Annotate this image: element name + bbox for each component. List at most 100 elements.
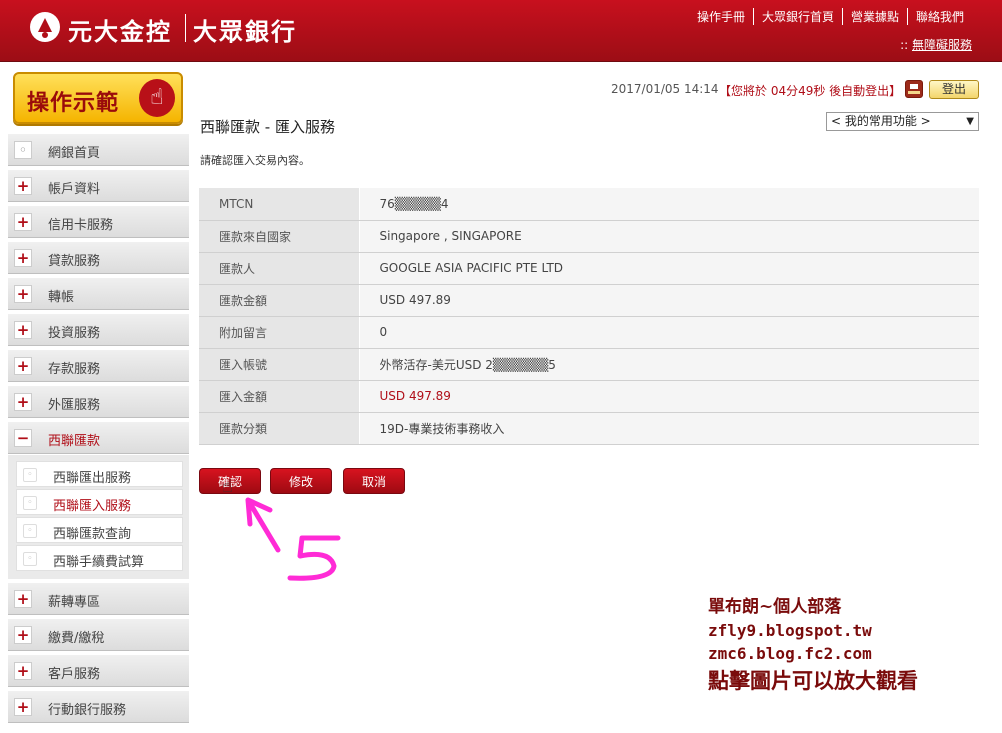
accessible-prefix: :: <box>900 38 909 52</box>
sidebar-subitem-label: 西聯手續費試算 <box>53 555 145 570</box>
sidebar-item-mobile-banking[interactable]: + 行動銀行服務 <box>8 691 189 723</box>
sidebar-item-label: 客戶服務 <box>48 667 101 682</box>
header-bar: 元大金控 大眾銀行 操作手冊 大眾銀行首頁 營業據點 聯絡我們 :: 無障礙服務 <box>0 0 1002 62</box>
sidebar-item-label: 信用卡服務 <box>48 218 114 233</box>
table-row: 匯入帳號 外幣活存-美元USD 2▒▒▒▒▒▒5 <box>199 348 979 381</box>
row-value: 76▒▒▒▒▒4 <box>359 188 979 221</box>
plus-icon: + <box>14 321 32 339</box>
sidebar-item-credit-card[interactable]: + 信用卡服務 <box>8 206 189 238</box>
page-title: 西聯匯款 - 匯入服務 <box>200 118 335 136</box>
sidebar-subitem-inward[interactable]: ◦ 西聯匯入服務 <box>16 489 183 515</box>
sidebar-item-deposit[interactable]: + 存款服務 <box>8 350 189 382</box>
sidebar-item-forex[interactable]: + 外匯服務 <box>8 386 189 418</box>
blog-url-2: zmc6.blog.fc2.com <box>708 644 872 663</box>
sidebar-item-label: 存款服務 <box>48 362 101 377</box>
dot-icon: ◦ <box>23 552 37 566</box>
sidebar-item-bill-pay[interactable]: + 繳費/繳稅 <box>8 619 189 651</box>
favorites-select[interactable]: < 我的常用功能 > ▼ <box>826 112 979 131</box>
plus-icon: + <box>14 626 32 644</box>
sidebar-item-label: 投資服務 <box>48 326 101 341</box>
table-row: 匯款來自國家 Singapore , SINGAPORE <box>199 220 979 253</box>
demo-label: 操作示範 <box>27 90 120 116</box>
dot-icon: ◦ <box>23 524 37 538</box>
sidebar-item-payroll[interactable]: + 薪轉專區 <box>8 583 189 615</box>
confirm-message: 請確認匯入交易內容。 <box>200 154 310 167</box>
auto-logout-timer: 【您將於 04分49秒 後自動登出】 <box>719 84 902 98</box>
row-label: 附加留言 <box>199 316 360 349</box>
current-datetime: 2017/01/05 14:14 <box>611 82 719 96</box>
row-value: USD 497.89 <box>359 380 979 413</box>
blog-url-1: zfly9.blogspot.tw <box>708 621 872 640</box>
sidebar-subitem-inquiry[interactable]: ◦ 西聯匯款查詢 <box>16 517 183 543</box>
sidebar-item-label: 貸款服務 <box>48 254 101 269</box>
sidebar-item-label: 西聯匯款 <box>48 434 101 449</box>
western-union-submenu: ◦ 西聯匯出服務 ◦ 西聯匯入服務 ◦ 西聯匯款查詢 ◦ 西聯手續費試算 <box>8 455 189 579</box>
row-label: MTCN <box>199 188 360 221</box>
row-value: 0 <box>359 316 979 349</box>
link-bank-home[interactable]: 大眾銀行首頁 <box>752 8 842 25</box>
sidebar-item-label: 行動銀行服務 <box>48 703 127 718</box>
sidebar-item-account[interactable]: + 帳戶資料 <box>8 170 189 202</box>
sidebar-item-label: 帳戶資料 <box>48 182 101 197</box>
sidebar-item-home[interactable]: ◦ 網銀首頁 <box>8 134 189 166</box>
row-value: Singapore , SINGAPORE <box>359 220 979 253</box>
brand-name: 元大金控 <box>68 17 172 46</box>
pointer-hand-icon: ☝ <box>139 79 175 117</box>
row-label: 匯款來自國家 <box>199 220 360 253</box>
favorites-selected: < 我的常用功能 > <box>831 114 931 128</box>
blog-note: 點擊圖片可以放大觀看 <box>708 668 918 693</box>
table-row: MTCN 76▒▒▒▒▒4 <box>199 188 979 221</box>
sidebar-item-customer-service[interactable]: + 客戶服務 <box>8 655 189 687</box>
dot-icon: ◦ <box>14 141 32 159</box>
table-row: 匯款金額 USD 497.89 <box>199 284 979 317</box>
plus-icon: + <box>14 662 32 680</box>
link-manual[interactable]: 操作手冊 <box>689 8 753 25</box>
sidebar-subitem-label: 西聯匯出服務 <box>53 471 132 486</box>
sidebar-item-western-union[interactable]: − 西聯匯款 <box>8 422 189 454</box>
blog-watermark: 單布朗~個人部落 zfly9.blogspot.tw zmc6.blog.fc2… <box>708 592 918 695</box>
link-branches[interactable]: 營業據點 <box>841 8 907 25</box>
sidebar-item-investment[interactable]: + 投資服務 <box>8 314 189 346</box>
mouse-cursor-icon: ☝ <box>222 476 233 497</box>
top-links: 操作手冊 大眾銀行首頁 營業據點 聯絡我們 <box>689 8 972 25</box>
plus-icon: + <box>14 393 32 411</box>
dropdown-arrow-icon: ▼ <box>966 116 974 127</box>
table-row: 匯款分類 19D-專業技術事務收入 <box>199 412 979 445</box>
step-annotation <box>245 497 341 581</box>
annotation-arrow-icon <box>245 497 281 553</box>
sidebar-item-transfer[interactable]: + 轉帳 <box>8 278 189 310</box>
blog-title: 單布朗~個人部落 <box>708 597 842 617</box>
row-value: 外幣活存-美元USD 2▒▒▒▒▒▒5 <box>359 348 979 381</box>
demo-button[interactable]: 操作示範 ☝ <box>13 72 183 124</box>
annotation-digit-five <box>287 535 341 581</box>
plus-icon: + <box>14 213 32 231</box>
link-accessible[interactable]: 無障礙服務 <box>912 38 972 52</box>
sidebar-item-label: 轉帳 <box>48 290 75 305</box>
sidebar-subitem-outward[interactable]: ◦ 西聯匯出服務 <box>16 461 183 487</box>
row-value: GOOGLE ASIA PACIFIC PTE LTD <box>359 252 979 285</box>
sidebar-item-label: 繳費/繳稅 <box>48 631 105 646</box>
sidebar-subitem-label: 西聯匯款查詢 <box>53 527 132 542</box>
minus-icon: − <box>14 429 32 447</box>
plus-icon: + <box>14 177 32 195</box>
table-row: 附加留言 0 <box>199 316 979 349</box>
sidebar-subitem-fee-calc[interactable]: ◦ 西聯手續費試算 <box>16 545 183 571</box>
plus-icon: + <box>14 249 32 267</box>
sidebar-item-label: 外匯服務 <box>48 398 101 413</box>
bank-name: 大眾銀行 <box>193 17 297 46</box>
row-value: 19D-專業技術事務收入 <box>359 412 979 445</box>
row-label: 匯款金額 <box>199 284 360 317</box>
print-icon[interactable] <box>905 80 923 98</box>
table-row: 匯款人 GOOGLE ASIA PACIFIC PTE LTD <box>199 252 979 285</box>
link-contact[interactable]: 聯絡我們 <box>906 8 972 25</box>
logout-button[interactable]: 登出 <box>929 80 979 99</box>
accessible-service: :: 無障礙服務 <box>900 36 972 53</box>
transaction-detail-table: MTCN 76▒▒▒▒▒4 匯款來自國家 Singapore , SINGAPORE… <box>199 188 979 445</box>
yuanta-logo-icon <box>30 12 60 42</box>
table-row: 匯入金額 USD 497.89 <box>199 380 979 413</box>
sidebar-item-loan[interactable]: + 貸款服務 <box>8 242 189 274</box>
sidebar: 操作示範 ☝ ◦ 網銀首頁 + 帳戶資料 + 信用卡服務 + 貸款服務 + 轉帳… <box>8 72 189 723</box>
logo-divider <box>185 14 186 42</box>
row-label: 匯入金額 <box>199 380 360 413</box>
sidebar-item-label: 薪轉專區 <box>48 595 101 610</box>
